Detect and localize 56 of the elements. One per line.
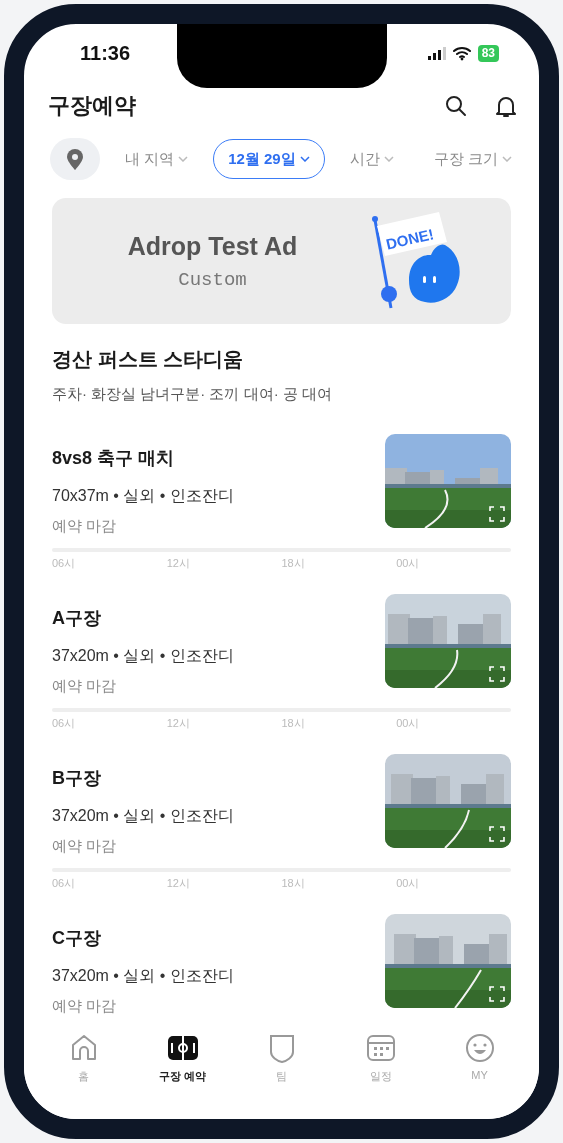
- time-label: 06시: [52, 716, 77, 731]
- expand-icon[interactable]: [489, 666, 505, 682]
- expand-icon[interactable]: [489, 986, 505, 1002]
- calendar-icon: [365, 1033, 396, 1063]
- search-icon[interactable]: [445, 95, 467, 117]
- venue-amenities: 주차· 화장실 남녀구분· 조끼 대여· 공 대여: [52, 385, 333, 404]
- expand-icon[interactable]: [489, 506, 505, 522]
- pitch-icon: [167, 1033, 198, 1063]
- expand-icon[interactable]: [489, 826, 505, 842]
- battery-icon: 83: [477, 44, 499, 62]
- field-specs: 70x37m • 실외 • 인조잔디: [52, 486, 234, 506]
- chevron-icon: [178, 156, 189, 162]
- time-label: 12시: [166, 876, 191, 891]
- time-label: 00시: [396, 876, 421, 891]
- time-label: 18시: [281, 876, 306, 891]
- field-name: 8vs8 축구 매치: [52, 447, 176, 470]
- wifi-icon: [452, 45, 471, 61]
- booking-status: 예약 마감: [52, 517, 118, 536]
- field-specs: 37x20m • 실외 • 인조잔디: [52, 966, 234, 986]
- ad-title: Adrop Test Ad: [127, 231, 298, 261]
- pin-icon: [66, 148, 84, 170]
- time-label: 06시: [52, 556, 77, 571]
- field-specs: 37x20m • 실외 • 인조잔디: [52, 646, 234, 666]
- time-label: 18시: [281, 716, 306, 731]
- field-name: C구장: [52, 927, 102, 950]
- flag-label: DONE!: [384, 225, 436, 253]
- signal-icon: [427, 46, 446, 60]
- field-specs: 37x20m • 실외 • 인조잔디: [52, 806, 234, 826]
- time-label: 00시: [396, 556, 421, 571]
- time-label: 06시: [52, 876, 77, 891]
- chevron-icon: [383, 156, 394, 162]
- booking-status: 예약 마감: [52, 997, 118, 1016]
- ad-banner[interactable]: Adrop Test Ad Custom DONE!: [52, 198, 511, 324]
- location-button[interactable]: [50, 138, 100, 180]
- status-time: 11:36: [80, 41, 131, 65]
- chevron-icon: [501, 156, 512, 162]
- booking-status: 예약 마감: [52, 837, 118, 856]
- time-label: 00시: [396, 716, 421, 731]
- smiley-icon: [464, 1033, 495, 1063]
- nav-tab[interactable]: 홈: [43, 1033, 124, 1119]
- nav-tab[interactable]: 일정: [340, 1033, 421, 1119]
- field-name: A구장: [52, 607, 102, 630]
- nav-tab[interactable]: 팀: [241, 1033, 322, 1119]
- chevron-icon: [299, 156, 310, 162]
- venue-name: 경산 퍼스트 스타디움: [52, 347, 245, 372]
- booking-status: 예약 마감: [52, 677, 118, 696]
- nav-tab[interactable]: MY: [439, 1033, 520, 1119]
- time-label: 12시: [166, 716, 191, 731]
- bell-icon[interactable]: [495, 94, 517, 118]
- ad-subtitle: Custom: [178, 268, 247, 291]
- nav-tab[interactable]: 구장 예약: [142, 1033, 223, 1119]
- time-label: 18시: [281, 556, 306, 571]
- time-label: 12시: [166, 556, 191, 571]
- field-name: B구장: [52, 767, 102, 790]
- page-title: 구장예약: [48, 92, 136, 120]
- filter-chip[interactable]: 12월 29일: [213, 139, 325, 179]
